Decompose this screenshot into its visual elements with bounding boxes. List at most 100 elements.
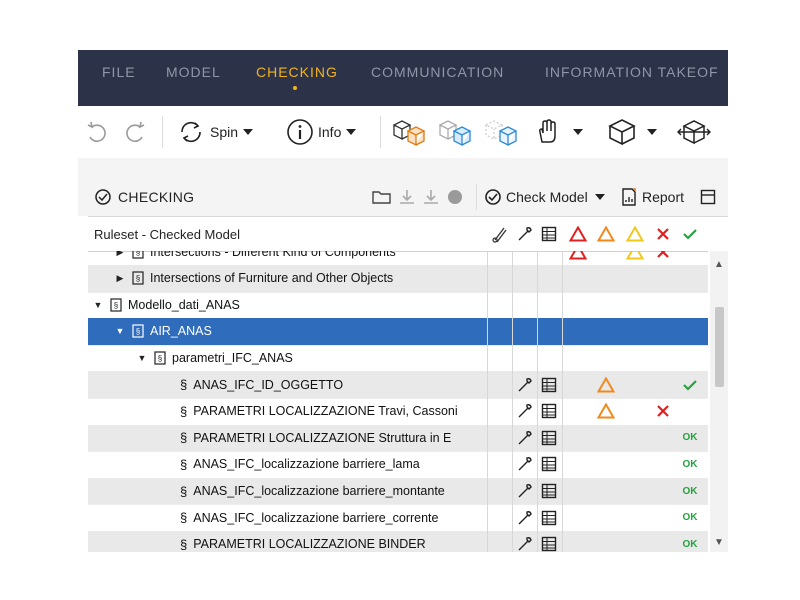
scroll-down-icon[interactable]: ▼ [710,537,728,548]
box-view-button[interactable] [606,106,658,158]
box-view-icon [608,119,636,146]
rejected-icon [657,405,669,418]
ok-badge: OK [682,512,698,524]
row-label: ANAS_IFC_ID_OGGETTO [193,377,344,392]
column-title: Ruleset - Checked Model [94,227,240,242]
menu-communication[interactable]: COMMUNICATION [371,64,504,80]
undo-button[interactable] [84,106,110,158]
ruleset-icon: § [132,324,144,339]
check-model-label: Check Model [506,189,588,205]
rule-icon: § [180,377,188,393]
severity-moderate-icon [597,226,615,242]
svg-text:§: § [158,354,162,363]
maximize-panel-button[interactable] [700,178,716,216]
collapse-caret-icon[interactable]: ▼ [92,300,104,310]
rule-icon: § [180,483,188,499]
rule-row[interactable]: § PARAMETRI LOCALIZZAZIONE Travi, Casson… [88,398,708,426]
check-model-button[interactable]: Check Model [484,178,606,216]
row-label: ANAS_IFC_localizzazione barriere_corrent… [193,510,439,525]
severity-minor-icon [626,226,644,242]
transparent-button[interactable] [436,106,474,158]
main-menu-bar: FILE MODEL CHECKING COMMUNICATION INFORM… [78,50,728,106]
moderate-issues-header[interactable] [594,217,618,251]
rule-row[interactable]: § PARAMETRI LOCALIZZAZIONE Struttura in … [88,424,708,453]
row-label: ANAS_IFC_localizzazione barriere_montant… [193,484,445,499]
window-icon [700,189,716,205]
rule-icon: § [180,403,188,419]
toolbar: Spin Info [78,106,728,159]
menu-information-takeoff[interactable]: INFORMATION TAKEOF [545,64,719,80]
accepted-icon [683,379,697,391]
components-column-header[interactable] [488,217,512,251]
collapse-caret-icon[interactable]: ▼ [136,353,148,363]
table-icon [541,377,557,392]
ruleset-icon: § [110,298,122,312]
export-button[interactable] [422,178,440,216]
rule-row[interactable]: § ANAS_IFC_localizzazione barriere_corre… [88,504,708,532]
open-ruleset-button[interactable] [372,178,392,216]
rule-icon: § [180,456,188,472]
rejected-issues-header[interactable] [651,217,675,251]
hide-selected-button[interactable] [390,106,428,158]
ghost-button[interactable] [482,106,520,158]
row-label: PARAMETRI LOCALIZZAZIONE BINDER [193,537,426,552]
hide-selected-icon [392,120,426,147]
checking-panel-header: CHECKING Check Model Report [78,178,728,216]
accepted-issues-header[interactable] [678,217,702,251]
rule-row[interactable]: § ANAS_IFC_localizzazione barriere_lama … [88,451,708,479]
spin-button[interactable]: Spin [176,106,254,158]
scrollbar-thumb[interactable] [715,307,724,387]
column-divider [562,251,563,552]
rule-row[interactable]: § PARAMETRI LOCALIZZAZIONE BINDER OK [88,531,708,552]
tree-row[interactable]: ▼ § parametri_IFC_ANAS [88,345,708,373]
severity-critical-icon [569,226,587,242]
expand-caret-icon[interactable]: ▶ [114,273,126,284]
hand-icon [539,119,556,143]
collapse-caret-icon[interactable]: ▼ [114,326,126,336]
rule-column-header[interactable] [512,217,537,251]
section-box-icon [677,120,711,145]
ghost-icon [484,120,518,147]
tree-row-selected[interactable]: ▼ § AIR_ANAS [88,318,708,346]
info-button[interactable]: Info [286,106,357,158]
menu-file[interactable]: FILE [102,64,136,80]
menu-checking[interactable]: CHECKING [256,64,338,80]
vertical-scrollbar[interactable]: ▲ ▼ [710,251,728,552]
record-icon [448,190,462,204]
row-label: Modello_dati_ANAS [128,297,240,312]
table-column-header[interactable] [537,217,561,251]
rule-row[interactable]: § ANAS_IFC_ID_OGGETTO [88,371,708,399]
toolbar-separator [380,116,381,148]
component-icon [492,227,507,243]
expand-caret-icon[interactable]: ▶ [114,251,126,258]
spin-label: Spin [210,124,239,140]
check-model-icon [485,189,501,205]
table-icon [541,226,557,242]
rule-icon: § [180,430,188,446]
rule-row[interactable]: § ANAS_IFC_localizzazione barriere_monta… [88,477,708,506]
import-button[interactable] [398,178,416,216]
menu-model[interactable]: MODEL [166,64,221,80]
tree-row[interactable]: ▶ § Intersections of Furniture and Other… [88,265,708,293]
hand-button[interactable] [534,106,584,158]
rejected-icon [657,251,669,259]
redo-button[interactable] [122,106,148,158]
report-button[interactable]: Report [620,178,684,216]
scroll-up-icon[interactable]: ▲ [710,259,728,270]
critical-issues-header[interactable] [566,217,590,251]
minor-issues-header[interactable] [623,217,647,251]
rule-icon: § [180,536,188,552]
severity-critical-icon [569,251,587,260]
tree-row[interactable]: ▼ § Modello_dati_ANAS [88,292,708,320]
undo-icon [87,121,106,142]
column-divider [512,251,513,552]
record-button[interactable] [446,178,464,216]
wrench-icon [518,537,532,551]
download-icon [424,190,438,204]
section-box-button[interactable] [676,106,712,158]
wrench-icon [518,227,532,241]
svg-text:§: § [136,327,140,336]
accepted-icon [683,229,697,240]
svg-text:§: § [114,301,118,310]
ruleset-icon: § [132,271,144,285]
